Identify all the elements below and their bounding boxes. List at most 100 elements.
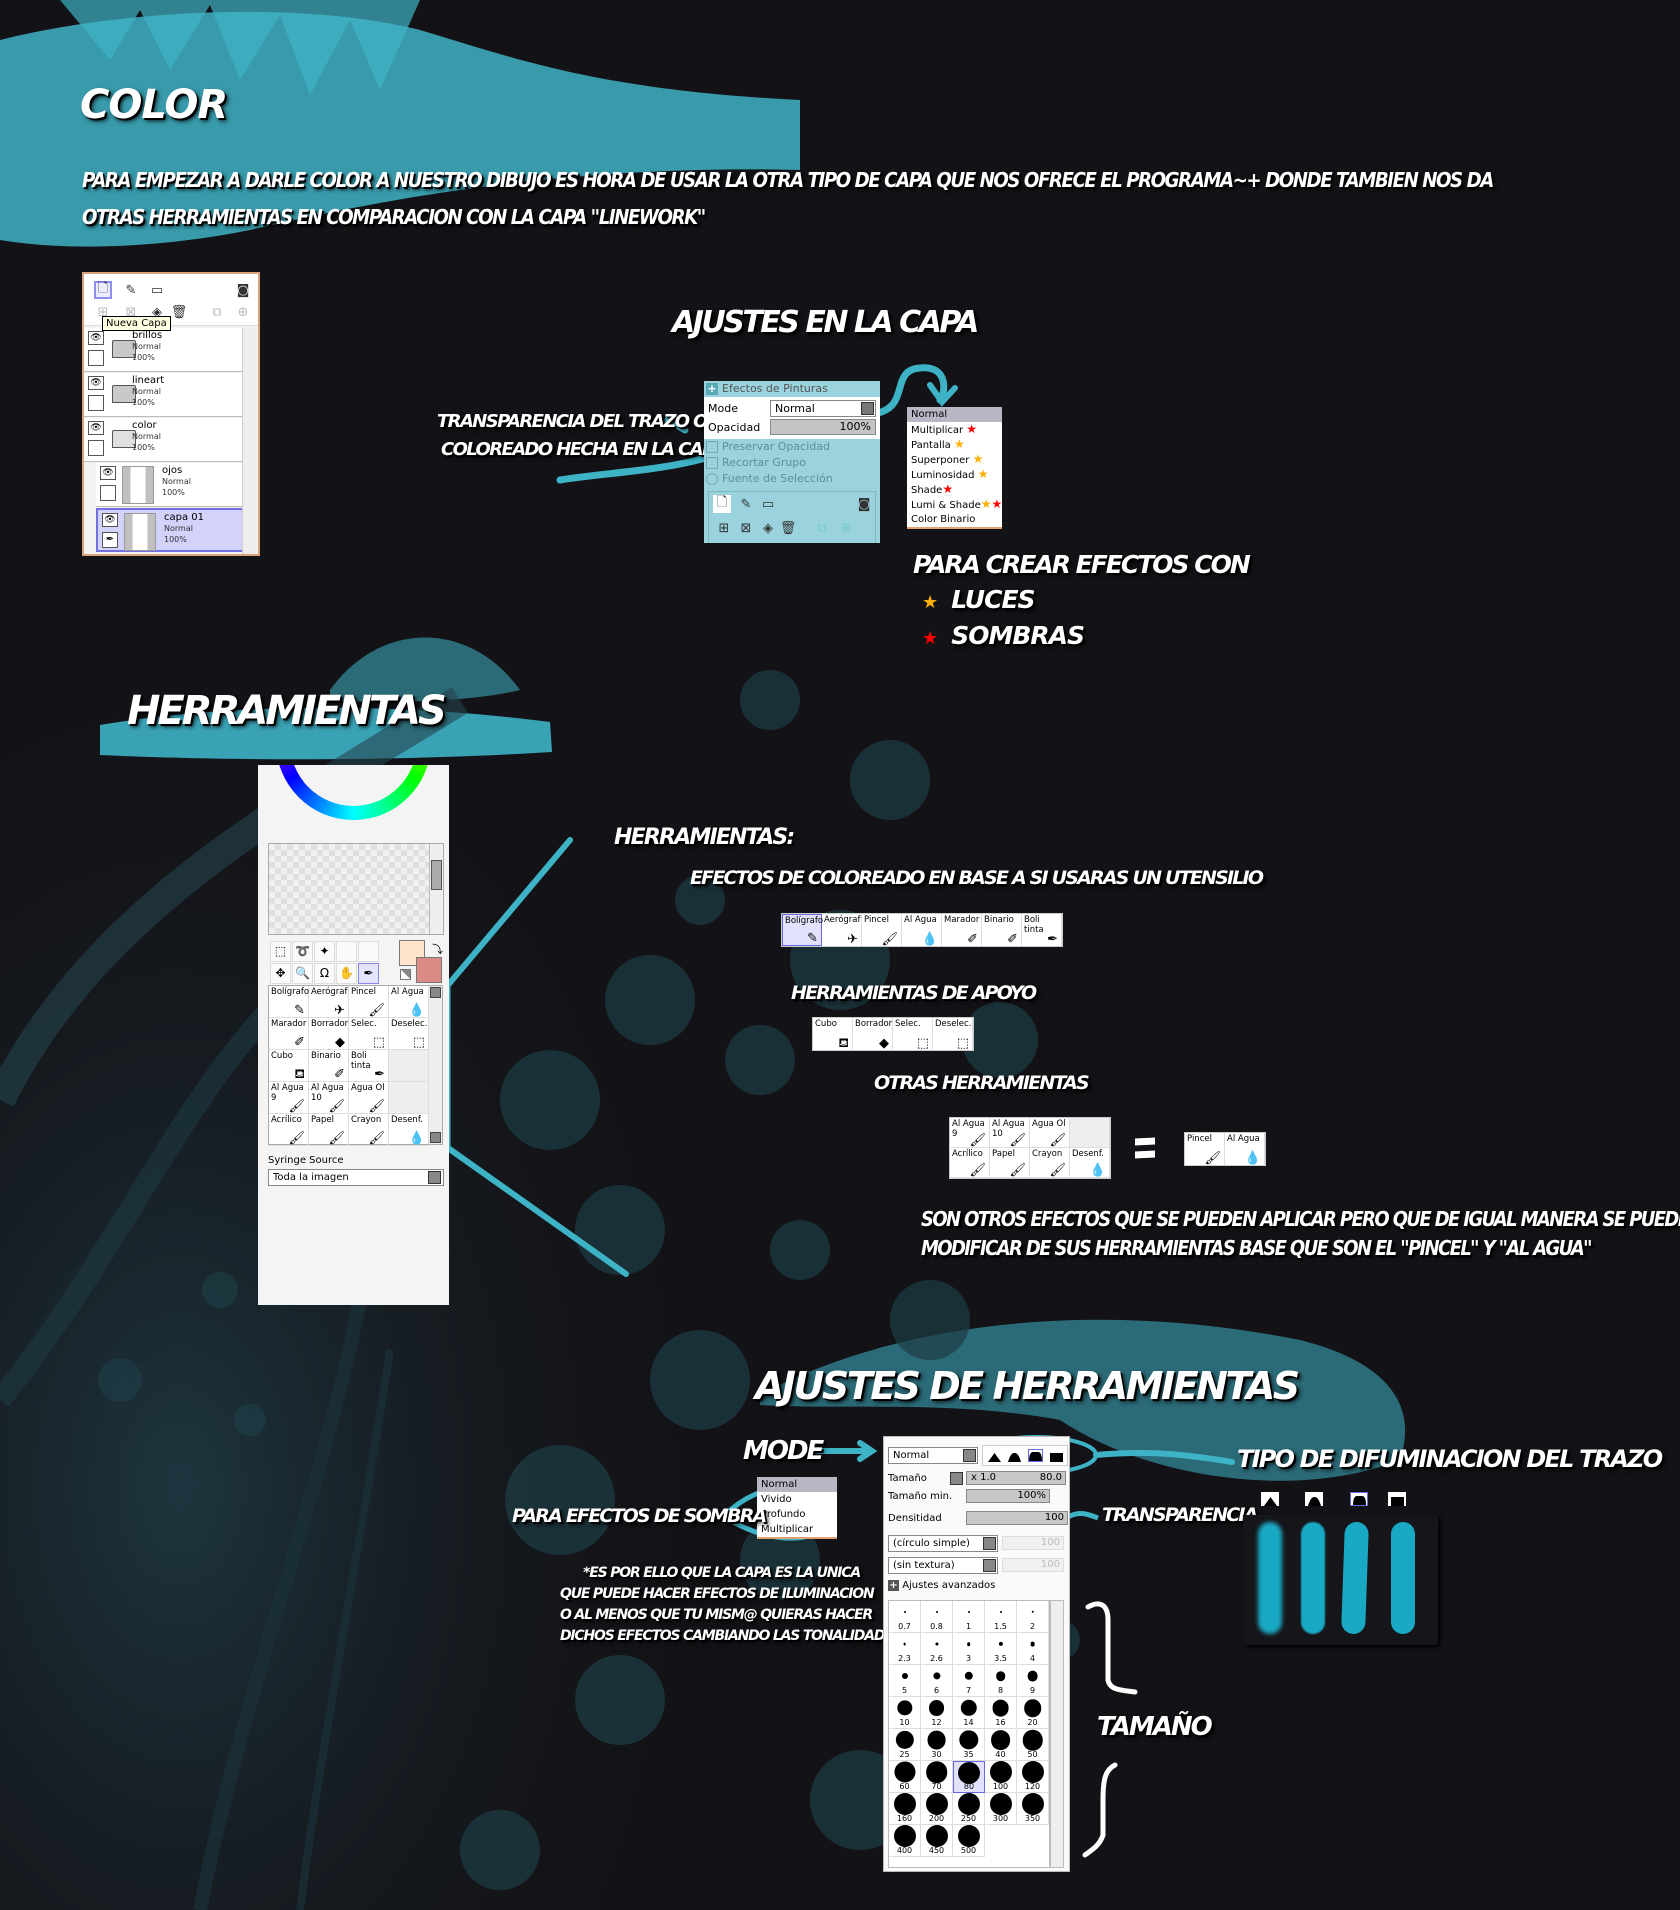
- pen-lock-icon[interactable]: ✒: [102, 532, 118, 548]
- brush-size-option[interactable]: 0.8: [921, 1601, 953, 1633]
- mode-option[interactable]: Multiplicar: [757, 1522, 837, 1537]
- brush-size-option[interactable]: 12: [921, 1697, 953, 1729]
- layer-mode-select[interactable]: Normal: [770, 400, 876, 417]
- merge-down-icon[interactable]: ⊠: [737, 519, 755, 537]
- brush-size-option[interactable]: 2: [1017, 1601, 1049, 1633]
- new-folder-icon[interactable]: ▭: [148, 281, 166, 299]
- tool-button[interactable]: Deselec. ⬚: [933, 1018, 973, 1050]
- swatch-palette[interactable]: [268, 843, 444, 935]
- swatch-scrollbar[interactable]: [429, 844, 443, 934]
- tool-button[interactable]: Borrador ◆: [853, 1018, 893, 1050]
- visibility-eye-icon[interactable]: 👁: [88, 376, 104, 390]
- density-slider[interactable]: 100: [966, 1511, 1068, 1525]
- brush-size-option[interactable]: 500: [953, 1825, 985, 1857]
- tool-button[interactable]: Acrílico 🖌: [269, 1114, 309, 1146]
- tool-button[interactable]: Binario ✐: [309, 1050, 349, 1082]
- tool-button[interactable]: Acrílico 🖌: [950, 1148, 990, 1178]
- mode-option[interactable]: Profundo: [757, 1507, 837, 1522]
- brush-size-option[interactable]: 50: [1017, 1729, 1049, 1761]
- mode-option[interactable]: Shade★: [907, 482, 1002, 497]
- brush-size-option[interactable]: 200: [921, 1793, 953, 1825]
- tool-button[interactable]: Boli tinta ✒: [349, 1050, 389, 1082]
- visibility-eye-icon[interactable]: 👁: [88, 421, 104, 435]
- mode-option[interactable]: Lumi & Shade★★: [907, 497, 1002, 512]
- transfer-down-icon[interactable]: ⊞: [715, 519, 733, 537]
- add-mask-icon[interactable]: ⊕: [837, 519, 855, 537]
- tool-button[interactable]: Pincel 🖌: [349, 986, 389, 1018]
- visibility-eye-icon[interactable]: 👁: [100, 466, 116, 480]
- advanced-settings-toggle[interactable]: + Ajustes avanzados: [888, 1580, 995, 1591]
- brush-size-option[interactable]: 7: [953, 1665, 985, 1697]
- radio-icon[interactable]: [706, 473, 718, 485]
- brush-size-option[interactable]: 1.5: [985, 1601, 1017, 1633]
- tool-button[interactable]: Selec. ⬚: [893, 1018, 933, 1050]
- expand-plus-icon[interactable]: +: [706, 383, 718, 395]
- merge-mask-icon[interactable]: ⧉: [813, 519, 831, 537]
- brush-size-option[interactable]: 400: [889, 1825, 921, 1857]
- brush-size-option[interactable]: 0.7: [889, 1601, 921, 1633]
- layer-item[interactable]: 👁 ojos Normal 100%: [96, 463, 244, 507]
- brush-size-option[interactable]: 60: [889, 1761, 921, 1793]
- tool-button[interactable]: Binario ✐: [982, 914, 1022, 946]
- brush-size-option[interactable]: 14: [953, 1697, 985, 1729]
- hand-icon[interactable]: ✋: [336, 963, 357, 984]
- mode-option[interactable]: Superponer ★: [907, 452, 1002, 467]
- tool-button[interactable]: Bolígrafo ✎: [269, 986, 309, 1018]
- merge-mask-icon[interactable]: ⧉: [208, 303, 226, 321]
- brush-size-option[interactable]: 70: [921, 1761, 953, 1793]
- dropdown-arrow-icon[interactable]: [963, 1449, 976, 1462]
- expand-plus-icon[interactable]: +: [888, 1580, 899, 1591]
- brush-size-option[interactable]: 10: [889, 1697, 921, 1729]
- preserve-opacity-option[interactable]: Preservar Opacidad: [704, 439, 880, 455]
- reset-colors-icon[interactable]: [400, 969, 411, 980]
- texture-select[interactable]: (sin textura): [888, 1557, 998, 1574]
- selection-source-option[interactable]: Fuente de Selección: [704, 471, 880, 487]
- tool-button[interactable]: Pincel 🖌: [1185, 1133, 1225, 1165]
- min-size-slider[interactable]: 100%: [966, 1489, 1050, 1503]
- brush-size-option[interactable]: 3: [953, 1633, 985, 1665]
- brush-size-option[interactable]: 35: [953, 1729, 985, 1761]
- new-linework-layer-icon[interactable]: ✎: [737, 495, 755, 513]
- medium-edge-icon[interactable]: [1007, 1449, 1022, 1462]
- brush-size-option[interactable]: 3.5: [985, 1633, 1017, 1665]
- brush-size-option[interactable]: 160: [889, 1793, 921, 1825]
- mode-option[interactable]: Vivido: [757, 1492, 837, 1507]
- flat-edge-icon[interactable]: [1049, 1449, 1064, 1462]
- tool-button[interactable]: Agua Ol 🖌: [1030, 1118, 1070, 1148]
- brush-size-option[interactable]: 5: [889, 1665, 921, 1697]
- tool-button[interactable]: Desenf. 💧: [389, 1114, 429, 1146]
- shape-strength[interactable]: 100: [1002, 1536, 1064, 1550]
- eyedropper-icon[interactable]: ✒: [358, 963, 379, 984]
- layer-item[interactable]: 👁 lineart Normal 100%: [84, 373, 244, 417]
- brush-size-option[interactable]: 8: [985, 1665, 1017, 1697]
- tool-button[interactable]: Al Agua 💧: [1225, 1133, 1265, 1165]
- rotate-icon[interactable]: Ω: [314, 963, 335, 984]
- blend-mode-select[interactable]: Normal: [888, 1447, 978, 1464]
- tool-button[interactable]: Aerógraf ✈: [309, 986, 349, 1018]
- brush-size-option[interactable]: 120: [1017, 1761, 1049, 1793]
- lock-checkbox[interactable]: [88, 440, 104, 456]
- brush-size-option[interactable]: 250: [953, 1793, 985, 1825]
- checkbox-icon[interactable]: [706, 441, 718, 453]
- tool-button[interactable]: Boli tinta ✒: [1022, 914, 1062, 946]
- tool-button[interactable]: Borrador ◆: [309, 1018, 349, 1050]
- tool-button[interactable]: Aerógraf ✈: [822, 914, 862, 946]
- lock-checkbox[interactable]: [88, 350, 104, 366]
- layer-item-selected[interactable]: 👁 ✒ capa 01 Normal 100%: [96, 508, 244, 552]
- size-grid-scrollbar[interactable]: [1050, 1600, 1064, 1868]
- soft-edge-icon[interactable]: [987, 1449, 1002, 1462]
- tool-button[interactable]: Selec. ⬚: [349, 1018, 389, 1050]
- size-slider[interactable]: x 1.0 80.0: [966, 1471, 1066, 1485]
- opacity-slider[interactable]: 100%: [770, 419, 876, 435]
- swap-colors-icon[interactable]: ⤵: [432, 941, 443, 957]
- tool-button[interactable]: Al Agua 9 🖌: [269, 1082, 309, 1114]
- layer-mask-icon[interactable]: ◙: [855, 495, 873, 513]
- mode-option[interactable]: Pantalla ★: [907, 437, 1002, 452]
- add-mask-icon[interactable]: ⊕: [234, 303, 252, 321]
- syringe-source-select[interactable]: Toda la imagen: [268, 1169, 444, 1186]
- brush-size-option[interactable]: 20: [1017, 1697, 1049, 1729]
- tool-button[interactable]: Al Agua 10 🖌: [309, 1082, 349, 1114]
- brush-size-option[interactable]: 4: [1017, 1633, 1049, 1665]
- delete-layer-icon[interactable]: 🗑: [170, 303, 188, 321]
- mode-option[interactable]: Luminosidad ★: [907, 467, 1002, 482]
